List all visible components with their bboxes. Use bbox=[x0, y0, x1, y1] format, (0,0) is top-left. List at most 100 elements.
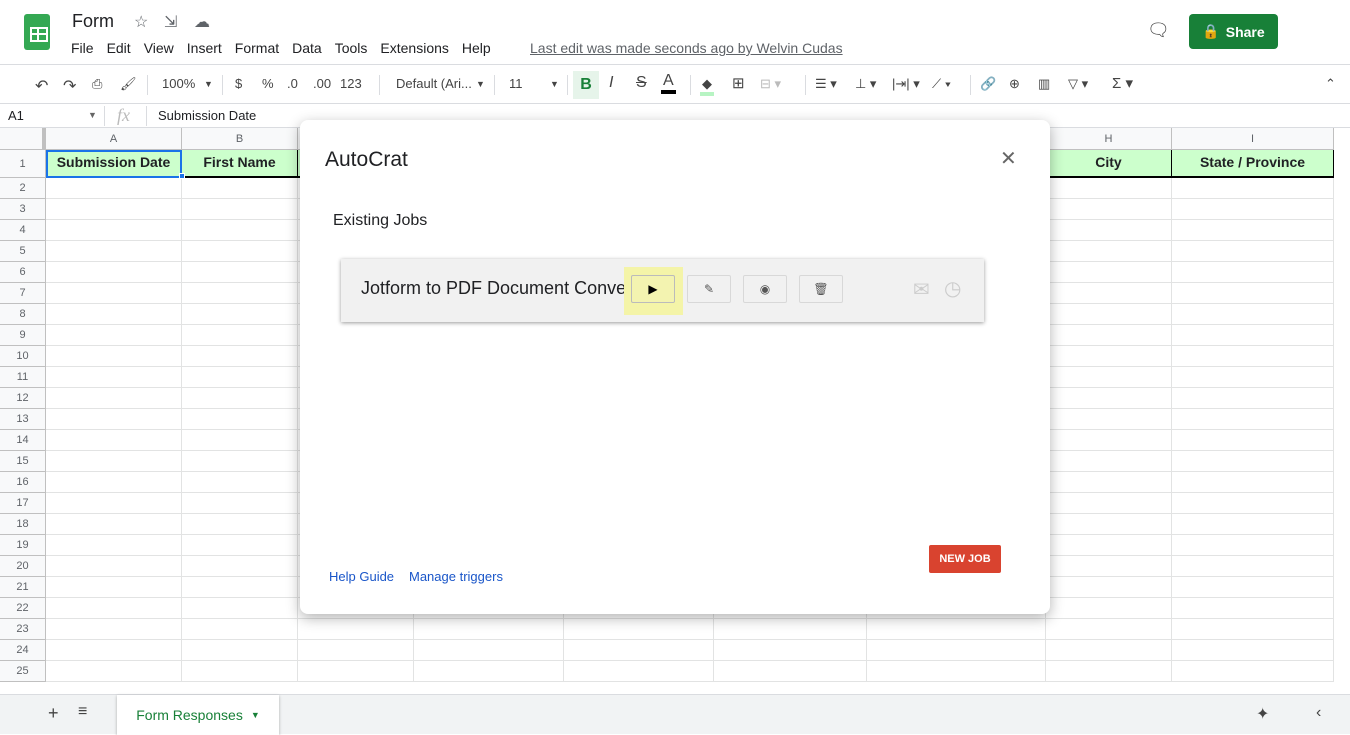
cell[interactable] bbox=[46, 304, 182, 325]
cell[interactable] bbox=[1046, 241, 1172, 262]
last-edit-link[interactable]: Last edit was made seconds ago by Welvin… bbox=[530, 40, 843, 56]
cloud-status-icon[interactable]: ☁ bbox=[194, 12, 210, 32]
cell[interactable] bbox=[1046, 556, 1172, 577]
row-header[interactable]: 6 bbox=[0, 262, 46, 283]
cell[interactable] bbox=[46, 661, 182, 682]
cell[interactable] bbox=[46, 640, 182, 661]
side-panel-toggle-icon[interactable]: ‹ bbox=[1316, 704, 1321, 722]
row-header[interactable]: 15 bbox=[0, 451, 46, 472]
cell[interactable] bbox=[714, 640, 867, 661]
cell[interactable] bbox=[414, 661, 564, 682]
cell[interactable] bbox=[46, 262, 182, 283]
zoom-select[interactable]: 100% bbox=[162, 76, 195, 91]
row-header[interactable]: 8 bbox=[0, 304, 46, 325]
cell-H1[interactable]: City bbox=[1046, 150, 1172, 178]
column-header-H[interactable]: H bbox=[1046, 128, 1172, 150]
menu-format[interactable]: Format bbox=[235, 40, 279, 56]
redo-icon[interactable]: ↷ bbox=[63, 76, 76, 96]
close-icon[interactable]: ✕ bbox=[1000, 146, 1017, 171]
row-header[interactable]: 16 bbox=[0, 472, 46, 493]
cell[interactable] bbox=[46, 598, 182, 619]
menu-insert[interactable]: Insert bbox=[187, 40, 222, 56]
menu-view[interactable]: View bbox=[144, 40, 174, 56]
cell[interactable] bbox=[298, 661, 414, 682]
cell[interactable] bbox=[1046, 472, 1172, 493]
cell[interactable] bbox=[1172, 178, 1334, 199]
row-header[interactable]: 11 bbox=[0, 367, 46, 388]
cell[interactable] bbox=[1046, 640, 1172, 661]
cell[interactable] bbox=[564, 661, 714, 682]
cell[interactable] bbox=[46, 388, 182, 409]
cell[interactable] bbox=[867, 640, 1046, 661]
cell[interactable] bbox=[182, 178, 298, 199]
cell[interactable] bbox=[1046, 325, 1172, 346]
cell[interactable] bbox=[298, 619, 414, 640]
edit-job-button[interactable]: ✎ bbox=[687, 275, 731, 303]
cell[interactable] bbox=[46, 367, 182, 388]
row-header[interactable]: 10 bbox=[0, 346, 46, 367]
fill-color-icon[interactable]: ◆ bbox=[700, 76, 714, 96]
bold-button[interactable]: B bbox=[573, 71, 599, 99]
cell[interactable] bbox=[182, 241, 298, 262]
cell[interactable] bbox=[1172, 472, 1334, 493]
cell[interactable] bbox=[182, 409, 298, 430]
cell[interactable] bbox=[1172, 535, 1334, 556]
add-sheet-icon[interactable]: + bbox=[48, 703, 59, 724]
print-icon[interactable]: ⎙ bbox=[92, 76, 102, 92]
cell[interactable] bbox=[1172, 241, 1334, 262]
cell[interactable] bbox=[1046, 514, 1172, 535]
text-color-button[interactable]: A bbox=[661, 72, 676, 94]
cell[interactable] bbox=[182, 388, 298, 409]
cell[interactable] bbox=[867, 619, 1046, 640]
cell[interactable] bbox=[1172, 661, 1334, 682]
row-header[interactable]: 5 bbox=[0, 241, 46, 262]
sheet-tab-form-responses[interactable]: Form Responses ▼ bbox=[117, 695, 279, 735]
italic-button[interactable]: I bbox=[609, 74, 613, 92]
cell[interactable] bbox=[182, 493, 298, 514]
cell[interactable] bbox=[1046, 262, 1172, 283]
cell[interactable] bbox=[1046, 388, 1172, 409]
cell[interactable] bbox=[1046, 430, 1172, 451]
cell[interactable] bbox=[1046, 367, 1172, 388]
row-header[interactable]: 23 bbox=[0, 619, 46, 640]
cell[interactable] bbox=[414, 640, 564, 661]
cell[interactable] bbox=[1172, 409, 1334, 430]
star-icon[interactable]: ☆ bbox=[134, 12, 148, 32]
cell[interactable] bbox=[182, 577, 298, 598]
cell-I1[interactable]: State / Province bbox=[1172, 150, 1334, 178]
delete-job-button[interactable]: 🗑 bbox=[799, 275, 843, 303]
cell[interactable] bbox=[46, 493, 182, 514]
comment-history-icon[interactable]: 🗨 bbox=[1147, 20, 1170, 41]
cell[interactable] bbox=[1172, 556, 1334, 577]
cell[interactable] bbox=[1046, 619, 1172, 640]
row-header[interactable]: 19 bbox=[0, 535, 46, 556]
row-header[interactable]: 14 bbox=[0, 430, 46, 451]
cell[interactable] bbox=[46, 346, 182, 367]
cell[interactable] bbox=[1046, 220, 1172, 241]
menu-help[interactable]: Help bbox=[462, 40, 491, 56]
cell[interactable] bbox=[1046, 598, 1172, 619]
cell[interactable] bbox=[1172, 304, 1334, 325]
cell[interactable] bbox=[1172, 325, 1334, 346]
row-header[interactable]: 24 bbox=[0, 640, 46, 661]
cell[interactable] bbox=[46, 535, 182, 556]
cell[interactable] bbox=[46, 619, 182, 640]
explore-icon[interactable]: ✦ bbox=[1256, 704, 1269, 724]
cell-B1[interactable]: First Name bbox=[182, 150, 298, 178]
cell[interactable] bbox=[1172, 367, 1334, 388]
cell[interactable] bbox=[46, 199, 182, 220]
cell[interactable] bbox=[1172, 598, 1334, 619]
cell[interactable] bbox=[1046, 661, 1172, 682]
menu-data[interactable]: Data bbox=[292, 40, 322, 56]
share-button[interactable]: 🔒 Share bbox=[1189, 14, 1278, 49]
cell[interactable] bbox=[564, 640, 714, 661]
cell[interactable] bbox=[182, 619, 298, 640]
row-header[interactable]: 17 bbox=[0, 493, 46, 514]
row-header[interactable]: 20 bbox=[0, 556, 46, 577]
cell[interactable] bbox=[46, 220, 182, 241]
row-header[interactable]: 1 bbox=[0, 150, 46, 178]
cell[interactable] bbox=[46, 577, 182, 598]
column-header-I[interactable]: I bbox=[1172, 128, 1334, 150]
formula-input[interactable]: Submission Date bbox=[158, 108, 256, 123]
cell[interactable] bbox=[867, 661, 1046, 682]
